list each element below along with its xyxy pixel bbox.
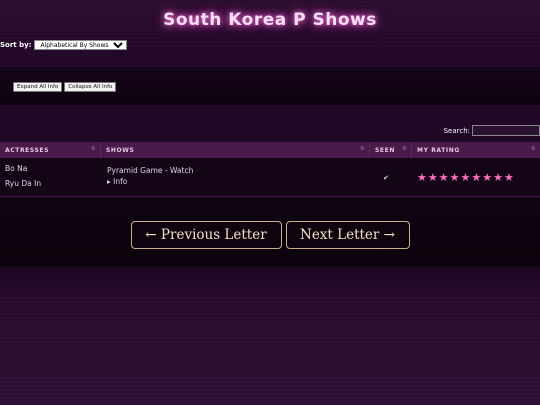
- star-icon: ★: [449, 171, 460, 184]
- info-toggle[interactable]: ▸ Info: [106, 177, 370, 186]
- sort-icon: ⇅: [531, 146, 536, 152]
- actress-name: Bo Na: [5, 164, 28, 173]
- sort-icon: ⇅: [402, 146, 407, 152]
- sort-select[interactable]: Alphabetical By Shows: [34, 40, 128, 50]
- actress-name: Ryu Da In: [5, 179, 42, 188]
- previous-letter-button[interactable]: ← Previous Letter: [130, 221, 282, 249]
- header-rating-label: MY RATING: [417, 146, 460, 154]
- cell-show: Pyramid Game - Watch ▸ Info: [101, 158, 370, 196]
- cell-rating: ★ ★ ★ ★ ★ ★ ★ ★ ★: [412, 158, 540, 196]
- sort-icon: ⇅: [91, 146, 96, 152]
- star-icon: ★: [427, 171, 438, 184]
- expand-controls: Expand All Info Collapse All Info: [13, 82, 117, 92]
- header-actresses[interactable]: ACTRESSES ⇅: [0, 142, 101, 158]
- check-icon: ✔: [383, 174, 389, 182]
- sort-label: Sort by:: [0, 41, 32, 49]
- header-seen-label: SEEN: [375, 146, 395, 154]
- header-rating[interactable]: MY RATING ⇅: [412, 142, 540, 158]
- table-row: Bo Na Ryu Da In Pyramid Game - Watch ▸ I…: [0, 158, 540, 197]
- search-box: Search:: [444, 125, 540, 136]
- show-title: Pyramid Game - Watch: [107, 166, 194, 175]
- header-shows-label: SHOWS: [106, 146, 135, 154]
- star-icon: ★: [438, 171, 449, 184]
- letter-nav: ← Previous Letter Next Letter →: [0, 221, 540, 249]
- star-icon: ★: [504, 171, 514, 184]
- search-input[interactable]: [472, 125, 540, 136]
- rating-stars: ★ ★ ★ ★ ★ ★ ★ ★ ★: [417, 172, 540, 183]
- star-icon: ★: [493, 171, 503, 184]
- sort-icon: ⇅: [360, 146, 365, 152]
- star-icon: ★: [417, 171, 427, 184]
- page-title: South Korea P Shows: [163, 10, 377, 30]
- search-label: Search:: [443, 126, 470, 135]
- header-shows[interactable]: SHOWS ⇅: [101, 142, 370, 158]
- cell-seen: ✔: [370, 158, 412, 196]
- expand-all-button[interactable]: Expand All Info: [13, 82, 63, 92]
- table-header: ACTRESSES ⇅ SHOWS ⇅ SEEN ⇅ MY RATING ⇅: [0, 142, 540, 158]
- cell-actresses: Bo Na Ryu Da In: [0, 158, 101, 196]
- next-letter-button[interactable]: Next Letter →: [285, 221, 410, 249]
- collapse-all-button[interactable]: Collapse All Info: [64, 82, 117, 92]
- star-icon: ★: [460, 171, 471, 184]
- star-icon: ★: [471, 171, 482, 184]
- sort-bar: Sort by: Alphabetical By Shows: [0, 40, 128, 50]
- header-actresses-label: ACTRESSES: [5, 146, 50, 154]
- star-icon: ★: [482, 171, 493, 184]
- shows-table: ACTRESSES ⇅ SHOWS ⇅ SEEN ⇅ MY RATING ⇅ B…: [0, 142, 540, 197]
- header-seen[interactable]: SEEN ⇅: [370, 142, 412, 158]
